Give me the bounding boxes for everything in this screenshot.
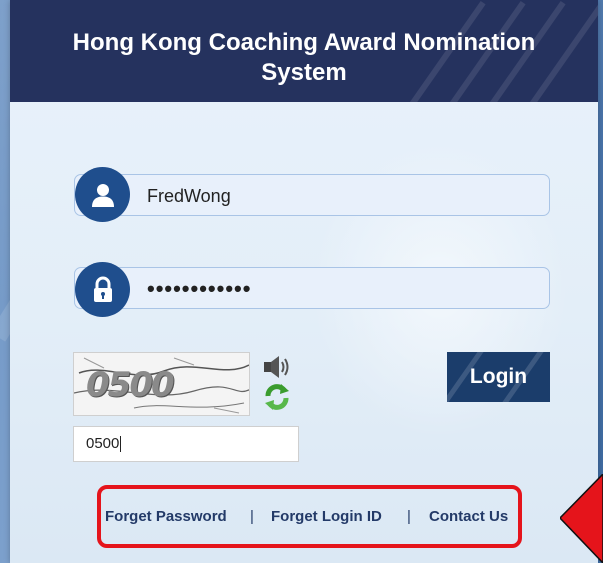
username-value: FredWong (147, 186, 231, 206)
captcha-image: 0500 (73, 352, 250, 416)
captcha-input[interactable]: 0500 (73, 426, 299, 462)
user-icon (75, 167, 130, 222)
pointer-arrow (560, 474, 603, 563)
lock-icon (75, 262, 130, 317)
links-highlight-box (97, 485, 522, 548)
refresh-icon[interactable] (262, 382, 292, 412)
speaker-icon[interactable] (262, 354, 292, 380)
header-bar: Hong Kong Coaching Award Nomination Syst… (10, 0, 598, 102)
password-value: •••••••••••• (147, 276, 252, 301)
password-field[interactable]: •••••••••••• (74, 267, 550, 309)
login-button[interactable]: Login (447, 352, 550, 402)
username-field[interactable]: FredWong (74, 174, 550, 216)
page-title: Hong Kong Coaching Award Nomination Syst… (72, 29, 536, 86)
